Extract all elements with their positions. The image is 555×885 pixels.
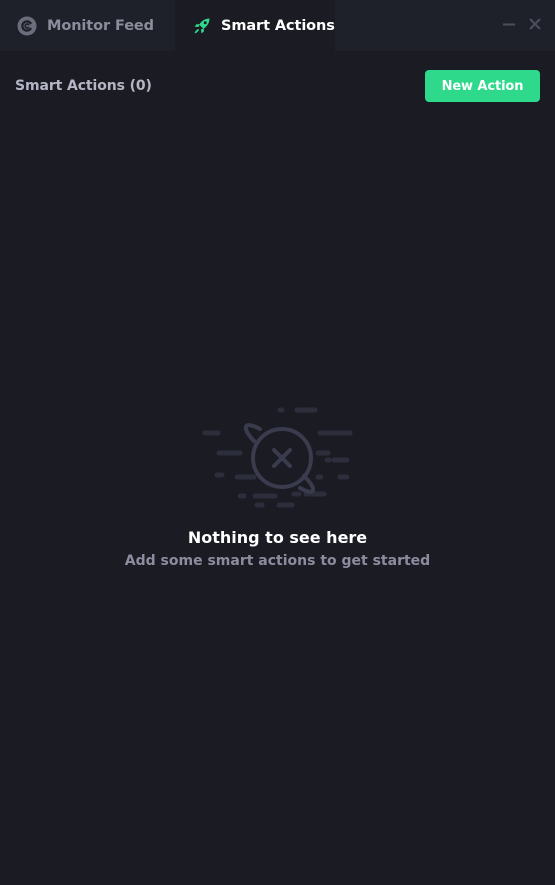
tab-smart-actions[interactable]: Smart Actions: [175, 0, 335, 51]
tab-bar: Monitor Feed Smart Actions: [0, 0, 555, 51]
empty-state-title: Nothing to see here: [187, 528, 368, 547]
tab-smart-actions-label: Smart Actions: [221, 17, 335, 34]
smart-actions-header: Smart Actions (0) New Action: [0, 51, 555, 121]
minimize-button[interactable]: [501, 14, 517, 36]
planet-x-icon: [200, 402, 355, 512]
close-icon: [528, 16, 542, 35]
window-controls: [501, 14, 543, 36]
new-action-button[interactable]: New Action: [425, 70, 540, 102]
app-window: Monitor Feed Smart Actions Smart Actions…: [0, 0, 555, 885]
tab-monitor-feed-label: Monitor Feed: [47, 17, 154, 34]
close-button[interactable]: [527, 14, 543, 36]
tab-monitor-feed[interactable]: Monitor Feed: [16, 0, 174, 51]
minimize-icon: [502, 16, 516, 35]
smart-actions-count-title: Smart Actions (0): [15, 78, 152, 94]
empty-state-subtitle: Add some smart actions to get started: [124, 553, 431, 569]
monitor-feed-icon: [16, 15, 38, 37]
rocket-icon: [191, 15, 213, 37]
